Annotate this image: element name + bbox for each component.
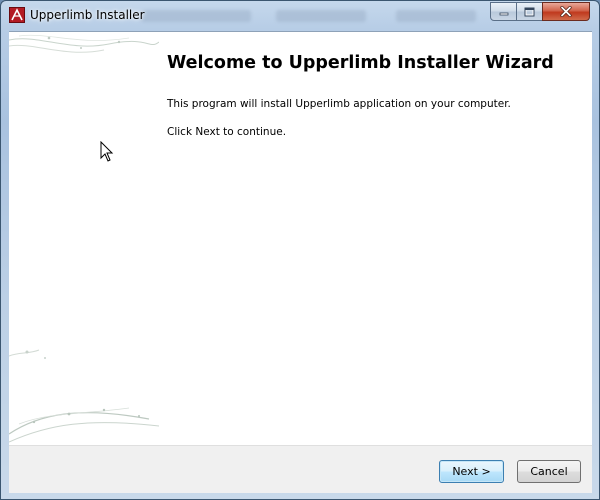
maximize-button[interactable] bbox=[516, 2, 543, 21]
wizard-content: Welcome to Upperlimb Installer Wizard Th… bbox=[9, 31, 592, 445]
welcome-heading: Welcome to Upperlimb Installer Wizard bbox=[167, 53, 554, 73]
cancel-button[interactable]: Cancel bbox=[517, 460, 581, 483]
app-icon[interactable] bbox=[9, 7, 25, 23]
continue-instruction: Click Next to continue. bbox=[167, 126, 287, 138]
mouse-pointer-icon bbox=[100, 141, 114, 162]
maximize-icon bbox=[524, 7, 535, 16]
window-title: Upperlimb Installer bbox=[30, 8, 145, 22]
minimize-icon bbox=[499, 12, 508, 15]
minimize-button[interactable] bbox=[490, 2, 517, 21]
install-description: This program will install Upperlimb appl… bbox=[167, 98, 511, 110]
close-icon bbox=[560, 6, 572, 17]
decorative-swirl-bottom bbox=[9, 349, 159, 443]
title-bar[interactable]: Upperlimb Installer bbox=[1, 1, 599, 31]
decorative-swirl-top bbox=[9, 34, 159, 53]
next-button[interactable]: Next > bbox=[439, 460, 504, 483]
button-bar: Next > Cancel bbox=[9, 445, 592, 493]
close-button[interactable] bbox=[542, 2, 590, 21]
installer-window: Upperlimb Installer Welcome to Upperlimb… bbox=[0, 0, 600, 500]
